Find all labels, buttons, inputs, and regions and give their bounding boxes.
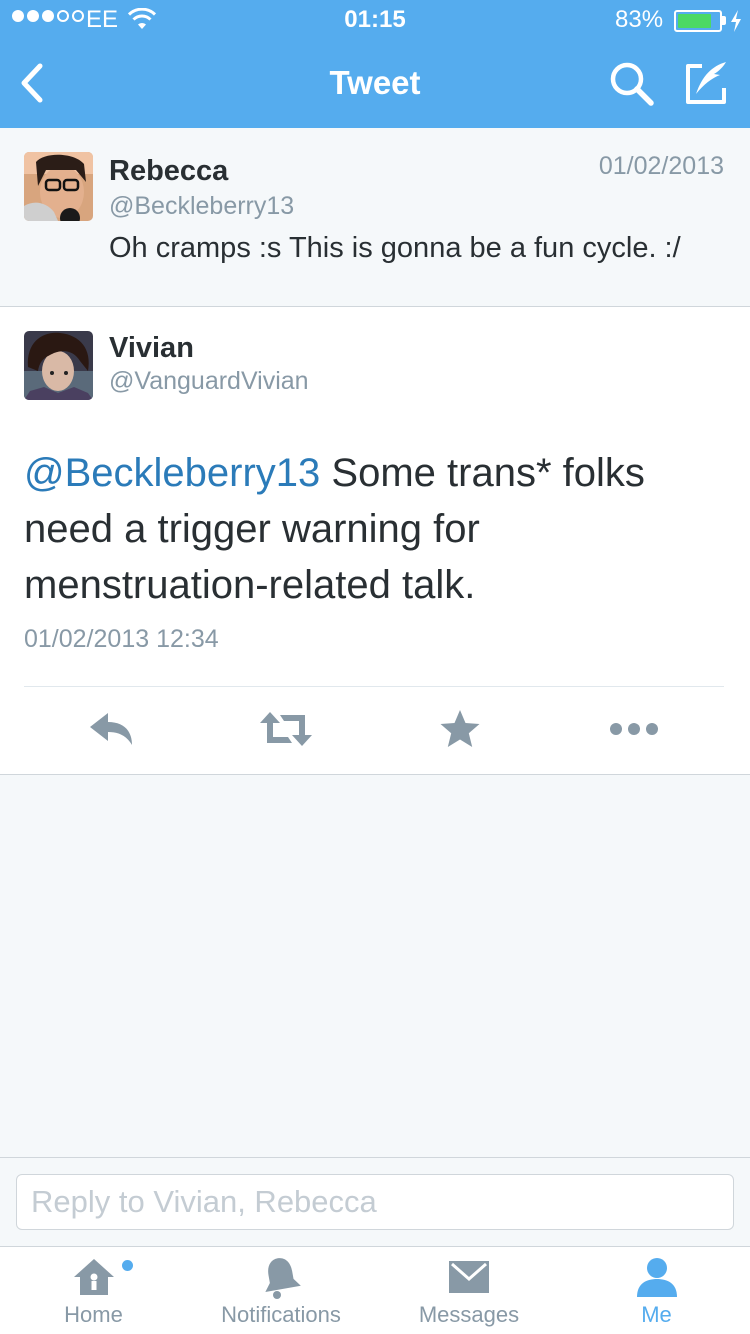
- reply-button[interactable]: [84, 705, 140, 753]
- tweet-date: 01/02/2013: [598, 152, 724, 180]
- home-icon: [73, 1259, 114, 1295]
- mention-link[interactable]: @Beckleberry13: [24, 451, 320, 495]
- tab-label: Home: [64, 1302, 123, 1327]
- more-button[interactable]: [606, 705, 662, 753]
- author-name[interactable]: Vivian: [109, 332, 194, 365]
- author-handle[interactable]: @Beckleberry13: [109, 192, 294, 221]
- tab-label: Me: [641, 1302, 672, 1327]
- retweet-icon: [260, 712, 312, 746]
- person-icon: [636, 1258, 677, 1297]
- tab-messages[interactable]: Messages: [375, 1247, 563, 1334]
- reply-icon: [90, 713, 132, 745]
- battery-nub: [722, 16, 726, 25]
- tab-notifications[interactable]: Notifications: [187, 1247, 375, 1334]
- retweet-button[interactable]: [258, 705, 314, 753]
- search-icon[interactable]: [608, 60, 656, 108]
- reply-input[interactable]: [16, 1174, 734, 1230]
- tab-home[interactable]: Home: [0, 1247, 187, 1334]
- battery-percent: 83%: [615, 6, 664, 33]
- author-name[interactable]: Rebecca: [109, 155, 228, 188]
- avatar-photo: [24, 152, 93, 221]
- battery-icon: [674, 10, 722, 32]
- author-handle[interactable]: @VanguardVivian: [109, 367, 309, 396]
- reply-bar: [0, 1157, 750, 1246]
- tab-me[interactable]: Me: [563, 1247, 750, 1334]
- tab-bar: Home Notifications Messages Me: [0, 1246, 750, 1334]
- divider: [24, 686, 724, 687]
- avatar-photo: [24, 331, 93, 400]
- bell-icon: [265, 1258, 301, 1299]
- parent-tweet[interactable]: Rebecca @Beckleberry13 01/02/2013 Oh cra…: [0, 128, 750, 307]
- tab-label: Notifications: [221, 1302, 341, 1327]
- tweet-text: Oh cramps :s This is gonna be a fun cycl…: [109, 232, 681, 264]
- tab-label: Messages: [418, 1302, 520, 1327]
- battery-level: [678, 14, 711, 28]
- avatar[interactable]: [24, 152, 93, 221]
- envelope-icon: [449, 1261, 489, 1293]
- notification-dot: [122, 1260, 133, 1271]
- compose-tweet-icon[interactable]: [682, 58, 732, 108]
- status-bar: EE 01:15 83%: [0, 0, 750, 40]
- charging-icon: [731, 10, 741, 32]
- favorite-button[interactable]: [432, 705, 488, 753]
- header: EE 01:15 83% Tweet: [0, 0, 750, 128]
- tweet-timestamp: 01/02/2013 12:34: [24, 625, 219, 653]
- main-tweet: Vivian @VanguardVivian @Beckleberry13 So…: [0, 307, 750, 775]
- more-icon: [610, 723, 658, 735]
- star-icon: [440, 710, 480, 747]
- tweet-text: @Beckleberry13 Some trans* folks need a …: [24, 445, 714, 613]
- avatar[interactable]: [24, 331, 93, 400]
